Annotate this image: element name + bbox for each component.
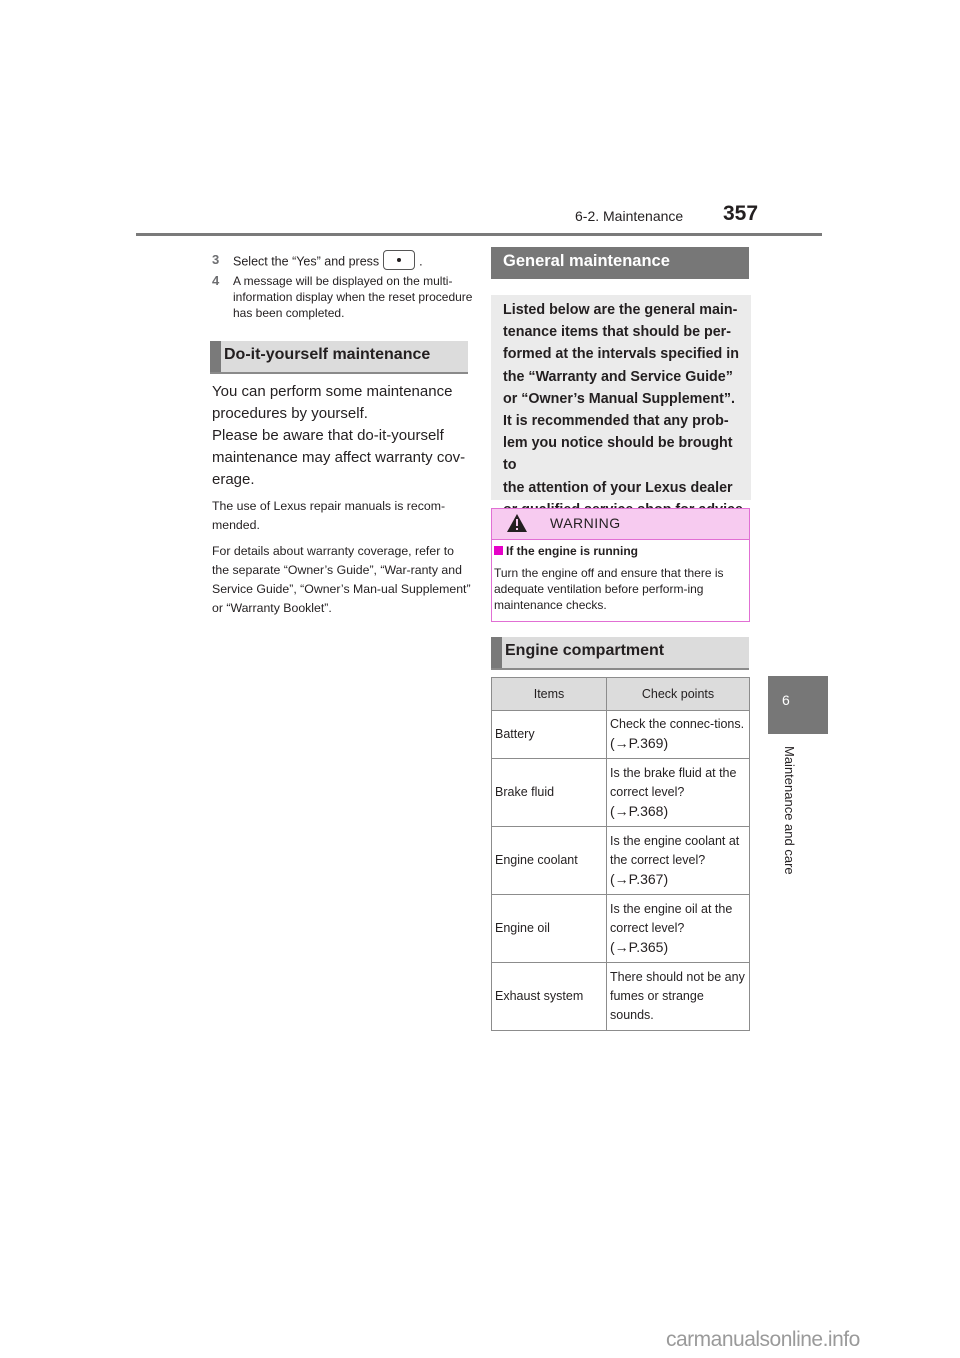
- check-cell: There should not be any fumes or strange…: [606, 962, 750, 1031]
- enter-dot-icon: [383, 250, 416, 270]
- warning-subtitle-text: If the engine is running: [506, 544, 638, 558]
- table-row: Engine oil Is the engine oil at the corr…: [491, 894, 750, 963]
- intro-line: It is recommended that any prob-: [503, 413, 729, 430]
- table-row: Battery Check the connec-tions. (→P.369): [491, 710, 750, 759]
- page-reference: (→P.365): [610, 938, 669, 955]
- check-cell: Is the engine coolant at the correct lev…: [606, 826, 750, 895]
- check-text: Check the connec-tions.: [610, 717, 745, 731]
- diy-line: erage.: [212, 471, 255, 488]
- item-cell: Battery: [491, 710, 607, 759]
- table-row: Exhaust system There should not be any f…: [491, 962, 750, 1031]
- check-text: Is the brake fluid at the correct level?: [610, 765, 737, 799]
- general-title: General maintenance: [503, 252, 670, 270]
- step-text-after: .: [419, 254, 423, 269]
- diy-paragraph: You can perform some maintenance procedu…: [212, 381, 470, 491]
- diy-note-manuals: The use of Lexus repair manuals is recom…: [212, 499, 446, 532]
- step-number: 3: [212, 252, 220, 267]
- intro-line: or “Owner’s Manual Supplement”.: [503, 390, 735, 407]
- warning-body: Turn the engine off and ensure that ther…: [494, 566, 724, 612]
- diy-line: Please be aware that do-it-yourself: [212, 427, 444, 444]
- check-text: Is the engine coolant at the correct lev…: [610, 833, 740, 867]
- check-cell: Is the brake fluid at the correct level?…: [606, 758, 750, 827]
- general-intro: Listed below are the general main- tenan…: [503, 299, 749, 521]
- intro-line: tenance items that should be per-: [503, 324, 731, 341]
- check-cell: Is the engine oil at the correct level? (…: [606, 894, 750, 963]
- diy-title: Do-it-yourself maintenance: [224, 346, 431, 363]
- heading-bar: [491, 637, 502, 668]
- page-reference: (→P.368): [610, 802, 669, 819]
- diy-heading: Do-it-yourself maintenance: [210, 341, 468, 374]
- intro-line: lem you notice should be brought to: [503, 435, 733, 474]
- chapter-number: 6: [782, 692, 790, 708]
- intro-line: the attention of your Lexus dealer: [503, 479, 733, 496]
- diy-note-warranty: For details about warranty coverage, ref…: [212, 544, 471, 615]
- page-number: 357: [723, 202, 759, 225]
- engine-check-table: Items Check points Battery Check the con…: [491, 677, 750, 1031]
- general-intro-box: Listed below are the general main- tenan…: [491, 295, 751, 518]
- item-cell: Engine oil: [491, 894, 607, 963]
- item-cell: Engine coolant: [491, 826, 607, 895]
- warning-title: WARNING: [550, 515, 621, 531]
- table-row: Brake fluid Is the brake fluid at the co…: [491, 758, 750, 827]
- header-rule: [136, 233, 822, 236]
- column-header-check-points: Check points: [606, 677, 750, 711]
- step-text: Select the “Yes” and press.: [233, 250, 473, 272]
- heading-bar: [210, 341, 221, 372]
- warning-subtitle: If the engine is running: [494, 544, 638, 558]
- page-reference: (→P.369): [610, 735, 669, 751]
- step-number: 4: [212, 273, 220, 288]
- item-cell: Brake fluid: [491, 758, 607, 827]
- chapter-tab[interactable]: 6: [768, 676, 828, 734]
- warning-header: WARNING: [492, 509, 749, 540]
- table-header-row: Items Check points: [491, 677, 750, 711]
- watermark: carmanualsonline.info: [666, 1328, 860, 1351]
- intro-line: formed at the intervals specified in: [503, 346, 739, 363]
- engine-title: Engine compartment: [505, 642, 665, 659]
- check-cell: Check the connec-tions. (→P.369): [606, 710, 750, 759]
- check-text: There should not be any fumes or strange…: [610, 970, 745, 1022]
- step-text: A message will be displayed on the multi…: [233, 274, 473, 320]
- engine-heading: Engine compartment: [491, 637, 749, 670]
- warning-box: WARNING If the engine is running Turn th…: [491, 508, 750, 622]
- diy-line: You can perform some maintenance: [212, 383, 453, 400]
- column-header-items: Items: [491, 677, 607, 711]
- warning-triangle-icon: [507, 514, 527, 532]
- intro-line: the “Warranty and Service Guide”: [503, 368, 733, 385]
- general-heading: General maintenance: [491, 247, 749, 279]
- intro-line: Listed below are the general main-: [503, 302, 738, 318]
- section-title: 6-2. Maintenance: [575, 208, 684, 224]
- item-cell: Exhaust system: [491, 962, 607, 1031]
- table-row: Engine coolant Is the engine coolant at …: [491, 826, 750, 895]
- chapter-label: Maintenance and care: [782, 746, 797, 875]
- diy-line: maintenance may affect warranty cov-: [212, 449, 466, 466]
- page-reference: (→P.367): [610, 870, 669, 887]
- diy-line: procedures by yourself.: [212, 405, 368, 422]
- check-text: Is the engine oil at the correct level?: [610, 901, 733, 935]
- step-text-before: Select the “Yes” and press: [233, 254, 380, 269]
- bullet-square-icon: [494, 546, 503, 555]
